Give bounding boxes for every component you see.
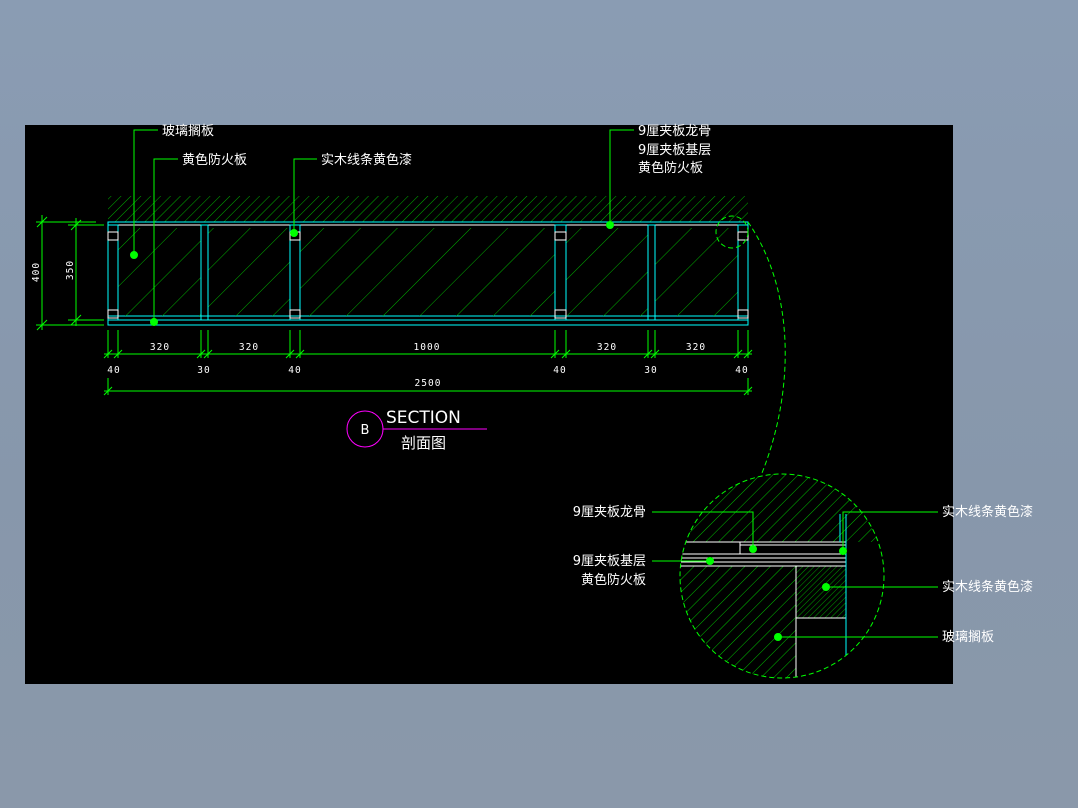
detail-label-ply-base: 9厘夹板基层 (573, 554, 646, 569)
dim-40-d: 40 (735, 365, 748, 376)
detail-label-solid-wood-1: 实木线条黄色漆 (942, 504, 1033, 520)
detail-enlargement (679, 473, 885, 679)
cabinet-section (107, 221, 749, 326)
detail-label-yellow-fireboard: 黄色防火板 (581, 572, 646, 588)
label-ply-base: 9厘夹板基层 (638, 143, 711, 158)
label-yellow-fireboard-2: 黄色防火板 (638, 160, 703, 176)
detail-label-glass-shelf: 玻璃搁板 (942, 630, 994, 645)
dim-350: 350 (65, 260, 76, 280)
label-solid-wood-strip: 实木线条黄色漆 (321, 152, 412, 168)
dim-320-c: 320 (597, 342, 617, 353)
label-glass-shelf: 玻璃搁板 (162, 124, 214, 139)
dim-320-a: 320 (150, 342, 170, 353)
dim-30-a: 30 (197, 365, 210, 376)
dim-40-b: 40 (288, 365, 301, 376)
dim-2500: 2500 (415, 378, 442, 389)
dim-30-b: 30 (644, 365, 657, 376)
detail-label-ply-keel: 9厘夹板龙骨 (573, 505, 646, 520)
cad-drawing: 玻璃搁板 黄色防火板 实木线条黄色漆 9厘夹板龙骨 9厘夹板基层 黄色防火板 4… (31, 124, 1033, 679)
section-title: SECTION (386, 408, 461, 428)
dim-320-d: 320 (686, 342, 706, 353)
dim-400: 400 (31, 262, 42, 282)
dim-40-a: 40 (107, 365, 120, 376)
section-subtitle: 剖面图 (401, 434, 446, 452)
ceiling-hatch (108, 196, 748, 222)
detail-label-solid-wood-2: 实木线条黄色漆 (942, 579, 1033, 595)
label-yellow-fireboard: 黄色防火板 (182, 152, 247, 168)
label-ply-keel: 9厘夹板龙骨 (638, 124, 711, 139)
dim-1000: 1000 (414, 342, 441, 353)
section-tag: B (361, 423, 370, 438)
dim-320-b: 320 (239, 342, 259, 353)
dim-40-c: 40 (553, 365, 566, 376)
